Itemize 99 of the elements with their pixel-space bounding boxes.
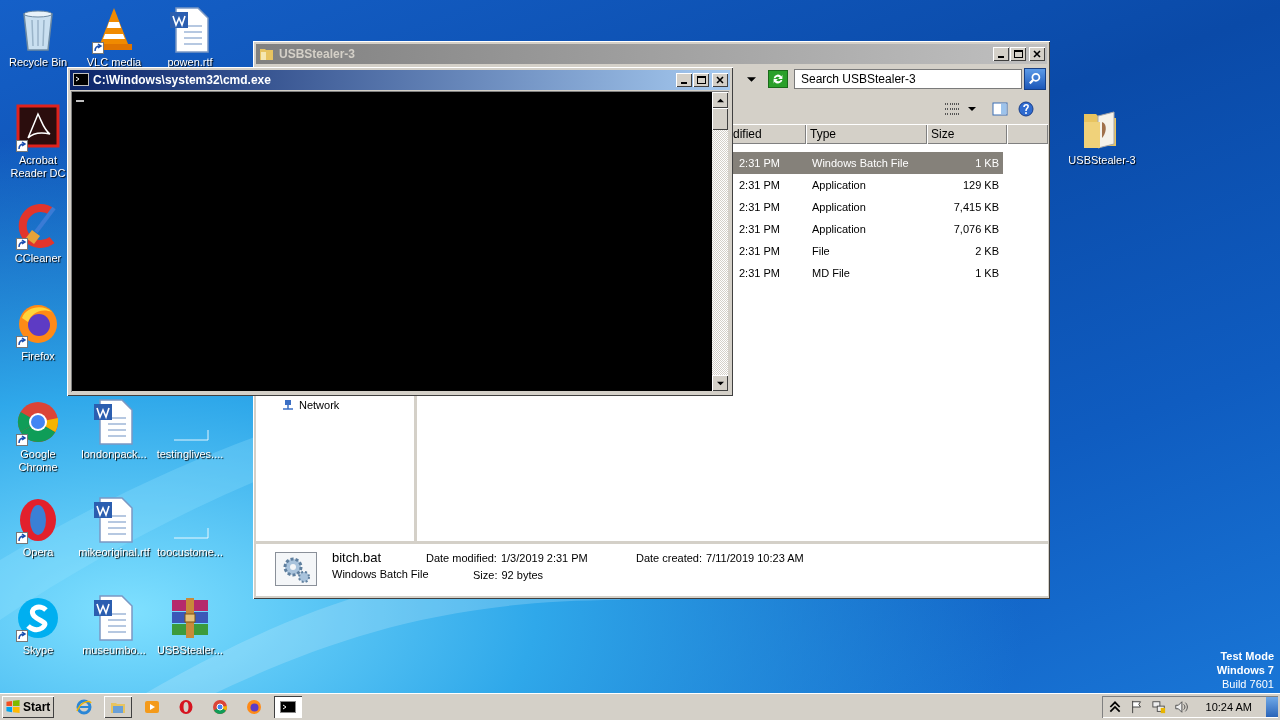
- down-arrow-icon: [716, 379, 724, 387]
- table-cell-text: 2:31 PM: [738, 201, 781, 213]
- clock[interactable]: 10:24 AM: [1205, 700, 1252, 713]
- minimize-button[interactable]: [676, 73, 692, 87]
- file-name: bitch.bat: [332, 550, 383, 565]
- table-cell-text: Application: [811, 201, 867, 213]
- icon-label[interactable]: Acrobat Reader DC: [7, 154, 69, 180]
- file-row[interactable]: 2:31 PM File 2 KB: [731, 240, 1003, 262]
- file-row[interactable]: 2:31 PM MD File 1 KB: [731, 262, 1003, 284]
- property-value: 92 bytes: [501, 569, 544, 581]
- nav-item[interactable]: Network: [299, 399, 340, 411]
- refresh-button[interactable]: [768, 70, 788, 88]
- table-cell-text: Windows Batch File: [811, 157, 910, 169]
- scroll-down-button[interactable]: [712, 375, 728, 391]
- scroll-thumb[interactable]: [712, 108, 728, 130]
- table-cell-text: 2:31 PM: [738, 179, 781, 191]
- shortcut-arrow-icon: [16, 238, 28, 250]
- file-type: Windows Batch File: [332, 568, 429, 580]
- folder-icon: [259, 46, 275, 62]
- icon-label[interactable]: USBStealer-3: [1068, 154, 1136, 167]
- shortcut-arrow-icon: [16, 532, 28, 544]
- close-icon: [716, 76, 724, 84]
- gear-file-icon: [275, 552, 317, 586]
- property-value: 7/11/2019 10:23 AM: [706, 552, 804, 564]
- table-cell-text: File: [811, 245, 831, 257]
- refresh-icon: [771, 72, 785, 86]
- table-cell-text: 2:31 PM: [738, 157, 781, 169]
- shortcut-arrow-icon: [16, 434, 28, 446]
- watermark-text: Windows 7: [1216, 663, 1274, 677]
- table-cell-text: 2:31 PM: [738, 223, 781, 235]
- chevron-up-icon[interactable]: [1107, 699, 1122, 714]
- table-cell-text: Application: [811, 179, 867, 191]
- help-icon[interactable]: [1018, 101, 1034, 117]
- taskbar-button[interactable]: [274, 695, 302, 718]
- dropdown-arrow-icon[interactable]: [968, 105, 976, 113]
- icon-label[interactable]: CCleaner: [14, 252, 62, 265]
- speaker-icon[interactable]: [1173, 699, 1188, 714]
- table-cell-text: 7,415 KB: [952, 201, 1000, 213]
- close-button[interactable]: [712, 73, 728, 87]
- file-row[interactable]: 2:31 PM Application 7,415 KB: [731, 196, 1003, 218]
- shortcut-arrow-icon: [16, 140, 28, 152]
- firefox-icon: [246, 698, 262, 715]
- column-header[interactable]: Size: [927, 124, 1007, 144]
- minimize-button[interactable]: [993, 47, 1009, 61]
- property-label: Date created:: [636, 552, 703, 564]
- scroll-up-button[interactable]: [712, 92, 728, 108]
- windows-logo-icon: [5, 699, 21, 714]
- view-list-icon[interactable]: [944, 101, 960, 117]
- search-button[interactable]: [1024, 68, 1046, 90]
- start-button[interactable]: Start: [2, 695, 54, 718]
- table-cell-text: MD File: [811, 267, 851, 279]
- chrome-icon: [212, 698, 228, 715]
- taskbar-button[interactable]: [104, 695, 132, 718]
- text-cursor: [76, 100, 84, 102]
- table-cell-text: 2:31 PM: [738, 245, 781, 257]
- maximize-button[interactable]: [1010, 47, 1026, 61]
- table-cell-text: 2:31 PM: [738, 267, 781, 279]
- property-label: Size:: [473, 569, 498, 581]
- network-icon[interactable]: [282, 399, 294, 411]
- scrollbar[interactable]: [712, 92, 728, 391]
- browser-e-icon: [76, 698, 92, 715]
- preview-pane-icon[interactable]: [992, 101, 1008, 117]
- search-field[interactable]: Search USBStealer-3: [794, 69, 1022, 89]
- window-title: USBStealer-3: [279, 47, 357, 61]
- console-icon: [280, 698, 296, 715]
- table-cell-text: 129 KB: [961, 179, 1000, 191]
- property-label: Date modified:: [426, 552, 497, 564]
- table-cell-text: 1 KB: [974, 267, 1000, 279]
- icon-label[interactable]: VLC media: [86, 56, 142, 69]
- shortcut-arrow-icon: [16, 630, 28, 642]
- console-icon: [73, 72, 89, 88]
- shortcut-arrow-icon: [16, 336, 28, 348]
- table-cell-text: Application: [811, 223, 867, 235]
- window-title: C:\Windows\system32\cmd.exe: [93, 73, 272, 87]
- table-cell-text: 7,076 KB: [952, 223, 1000, 235]
- network-icon[interactable]: [1151, 699, 1166, 714]
- media-player-icon: [144, 698, 160, 715]
- opera-icon: [178, 698, 194, 715]
- file-row[interactable]: 2:31 PM Windows Batch File 1 KB: [731, 152, 1003, 174]
- icon-label[interactable]: powen.rtf: [167, 56, 213, 69]
- flag-icon[interactable]: [1129, 699, 1144, 714]
- watermark-text: Test Mode: [1220, 649, 1274, 663]
- column-header[interactable]: dified: [731, 124, 806, 144]
- table-cell-text: 1 KB: [974, 157, 1000, 169]
- column-header[interactable]: Type: [806, 124, 927, 144]
- table-cell-text: 2 KB: [974, 245, 1000, 257]
- shortcut-arrow-icon: [92, 42, 104, 54]
- watermark-text: Build 7601: [1222, 677, 1274, 691]
- close-button[interactable]: [1029, 47, 1045, 61]
- maximize-button[interactable]: [693, 73, 709, 87]
- search-icon: [1028, 72, 1042, 86]
- file-row[interactable]: 2:31 PM Application 129 KB: [731, 174, 1003, 196]
- file-row[interactable]: 2:31 PM Application 7,076 KB: [731, 218, 1003, 240]
- dropdown-arrow-icon[interactable]: [747, 74, 756, 84]
- up-arrow-icon: [716, 96, 724, 104]
- close-icon: [1033, 50, 1041, 58]
- column-header[interactable]: [1007, 124, 1048, 144]
- property-value: 1/3/2019 2:31 PM: [500, 552, 588, 564]
- icon-label[interactable]: Recycle Bin: [8, 56, 68, 69]
